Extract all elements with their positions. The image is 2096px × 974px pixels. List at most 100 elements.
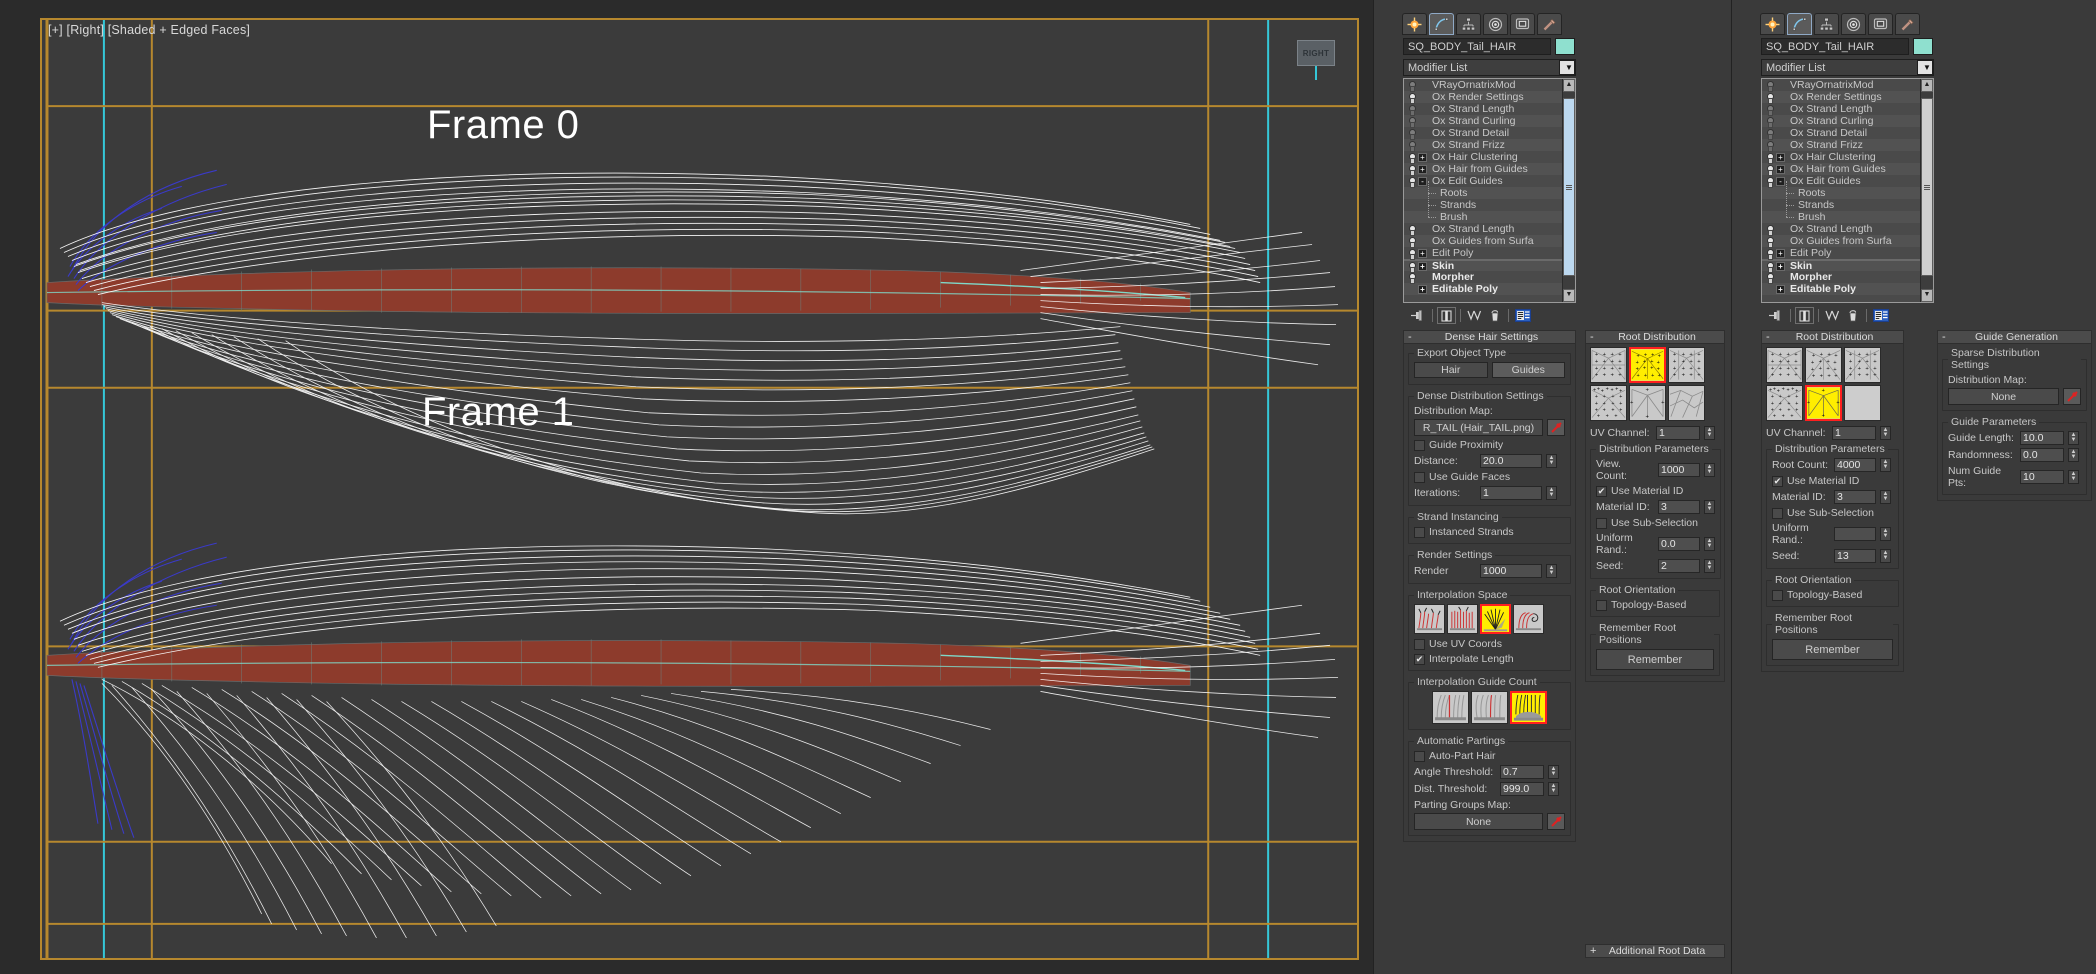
modifier-stack-item[interactable]: +Editable Poly bbox=[1762, 283, 1920, 295]
scroll-down-icon[interactable]: ▼ bbox=[1563, 289, 1575, 302]
light-bulb-icon[interactable] bbox=[1406, 140, 1417, 151]
collapse-icon[interactable]: - bbox=[1418, 177, 1427, 186]
expand-icon[interactable]: + bbox=[1776, 165, 1785, 174]
create-icon[interactable] bbox=[1402, 13, 1427, 35]
hierarchy-icon[interactable] bbox=[1814, 13, 1839, 35]
motion-icon[interactable] bbox=[1483, 13, 1508, 35]
light-bulb-icon[interactable] bbox=[1764, 272, 1775, 283]
modifier-stack-item[interactable]: Ox Strand Detail bbox=[1762, 127, 1920, 139]
collapse-icon[interactable]: - bbox=[1776, 177, 1785, 186]
modifier-stack-item[interactable]: Ox Strand Length bbox=[1404, 223, 1562, 235]
light-bulb-icon[interactable] bbox=[1406, 236, 1417, 247]
remove-modifier-icon[interactable] bbox=[1843, 307, 1862, 324]
modifier-stack-item[interactable]: +Edit Poly bbox=[1404, 247, 1562, 259]
uniform-rand-spinner[interactable]: ▲▼ bbox=[1880, 527, 1891, 541]
viewport-right-shaded-edged-faces[interactable]: [+] [Right] [Shaded + Edged Faces] bbox=[40, 18, 1359, 960]
seed-field[interactable]: 2 bbox=[1658, 559, 1700, 573]
root-dist-preset-2[interactable]: ++++ ++++ ++++ ++++ bbox=[1844, 347, 1881, 383]
interp-space-preset-0[interactable] bbox=[1414, 604, 1445, 634]
hierarchy-icon[interactable] bbox=[1456, 13, 1481, 35]
uv-channel-spinner[interactable]: ▲▼ bbox=[1880, 426, 1891, 440]
expand-icon[interactable]: + bbox=[1418, 165, 1427, 174]
expand-icon[interactable]: + bbox=[1776, 285, 1785, 294]
modifier-stack-item[interactable]: +Ox Hair from Guides bbox=[1404, 163, 1562, 175]
expand-icon[interactable]: + bbox=[1418, 153, 1427, 162]
modifier-stack-item[interactable]: Ox Strand Curling bbox=[1404, 115, 1562, 127]
guide-length-spinner[interactable]: ▲▼ bbox=[2068, 431, 2079, 445]
guide-generation-header[interactable]: - Guide Generation bbox=[1937, 330, 2092, 344]
expand-icon[interactable]: + bbox=[1776, 262, 1785, 271]
modifier-stack-item[interactable]: Ox Strand Curling bbox=[1762, 115, 1920, 127]
use-sub-selection-checkbox[interactable] bbox=[1596, 518, 1607, 529]
create-icon[interactable] bbox=[1760, 13, 1785, 35]
display-icon[interactable] bbox=[1510, 13, 1535, 35]
modifier-stack-item[interactable]: +Skin bbox=[1762, 259, 1920, 271]
modifier-stack-item[interactable]: +Ox Hair Clustering bbox=[1404, 151, 1562, 163]
light-bulb-icon[interactable] bbox=[1406, 80, 1417, 91]
scroll-track[interactable] bbox=[1921, 92, 1933, 289]
root-count-spinner[interactable]: ▲▼ bbox=[1880, 458, 1891, 472]
modifier-stack-item[interactable]: +Ox Hair Clustering bbox=[1762, 151, 1920, 163]
object-color-swatch[interactable] bbox=[1913, 38, 1933, 55]
light-bulb-icon[interactable] bbox=[1406, 261, 1417, 272]
modifier-stack-item[interactable]: Brush bbox=[1404, 211, 1562, 223]
uniform-rand-field[interactable] bbox=[1834, 527, 1876, 541]
light-bulb-icon[interactable] bbox=[1406, 272, 1417, 283]
uv-channel-field[interactable]: 1 bbox=[1656, 426, 1700, 440]
show-end-result-icon[interactable] bbox=[1795, 307, 1814, 324]
make-unique-icon[interactable] bbox=[1465, 307, 1484, 324]
root-dist-preset-5[interactable] bbox=[1668, 385, 1705, 421]
modifier-stack-item[interactable]: Ox Strand Frizz bbox=[1762, 139, 1920, 151]
guide-count-preset-2[interactable] bbox=[1510, 691, 1547, 724]
instanced-strands-checkbox[interactable] bbox=[1414, 527, 1425, 538]
rollout-collapse-marker[interactable]: - bbox=[1590, 331, 1594, 343]
guide-length-field[interactable]: 10.0 bbox=[2020, 431, 2064, 445]
root-dist-preset-3[interactable]: +++++++ ++++ ++++ ++++ +++ bbox=[1766, 385, 1803, 421]
expand-icon[interactable]: + bbox=[1418, 285, 1427, 294]
topology-based-checkbox[interactable] bbox=[1596, 600, 1607, 611]
light-bulb-icon[interactable] bbox=[1764, 128, 1775, 139]
light-bulb-icon[interactable] bbox=[1406, 128, 1417, 139]
guide-count-preset-1[interactable] bbox=[1471, 691, 1508, 724]
light-bulb-icon[interactable] bbox=[1764, 104, 1775, 115]
light-bulb-icon[interactable] bbox=[1764, 140, 1775, 151]
scroll-down-icon[interactable]: ▼ bbox=[1921, 289, 1933, 302]
motion-icon[interactable] bbox=[1841, 13, 1866, 35]
modifier-list-dropdown-right[interactable]: Modifier List ▼ bbox=[1761, 59, 1934, 76]
object-color-swatch[interactable] bbox=[1555, 38, 1575, 55]
rollout-expand-marker[interactable]: + bbox=[1590, 945, 1596, 957]
configure-modifier-sets-icon[interactable] bbox=[1871, 307, 1890, 324]
make-unique-icon[interactable] bbox=[1823, 307, 1842, 324]
root-dist-preset-4[interactable]: ++++ bbox=[1629, 385, 1666, 421]
utilities-icon[interactable] bbox=[1895, 13, 1920, 35]
light-bulb-icon[interactable] bbox=[1406, 116, 1417, 127]
utilities-icon[interactable] bbox=[1537, 13, 1562, 35]
light-bulb-icon[interactable] bbox=[1764, 176, 1775, 187]
remove-modifier-icon[interactable] bbox=[1485, 307, 1504, 324]
distance-spinner[interactable]: ▲▼ bbox=[1546, 454, 1557, 468]
modifier-stack-item[interactable]: Morpher bbox=[1404, 271, 1562, 283]
topology-based-checkbox[interactable] bbox=[1772, 590, 1783, 601]
root-dist-preset-0[interactable]: ++++ ++++ ++++ ++++ bbox=[1590, 347, 1627, 383]
modifier-stack-scrollbar[interactable]: ▲ ▼ bbox=[1920, 79, 1933, 302]
guide-count-preset-0[interactable] bbox=[1432, 691, 1469, 724]
light-bulb-icon[interactable] bbox=[1764, 164, 1775, 175]
eyedropper-icon[interactable] bbox=[1547, 813, 1565, 830]
light-bulb-icon[interactable] bbox=[1764, 152, 1775, 163]
rollout-collapse-marker[interactable]: - bbox=[1408, 331, 1412, 343]
dist-threshold-field[interactable]: 999.0 bbox=[1500, 782, 1544, 796]
rollout-collapse-marker[interactable]: - bbox=[1766, 331, 1770, 343]
expand-icon[interactable]: + bbox=[1776, 249, 1785, 258]
light-bulb-icon[interactable] bbox=[1764, 116, 1775, 127]
rollout-collapse-marker[interactable]: - bbox=[1942, 331, 1946, 343]
view-cube[interactable]: RIGHT bbox=[1297, 40, 1335, 66]
light-bulb-icon[interactable] bbox=[1406, 152, 1417, 163]
iterations-spinner[interactable]: ▲▼ bbox=[1546, 486, 1557, 500]
light-bulb-icon[interactable] bbox=[1764, 236, 1775, 247]
interp-space-preset-2[interactable] bbox=[1480, 604, 1511, 634]
modifier-stack-scrollbar[interactable]: ▲ ▼ bbox=[1562, 79, 1575, 302]
export-guides-button[interactable]: Guides bbox=[1492, 362, 1566, 378]
scroll-track[interactable] bbox=[1563, 92, 1575, 289]
uv-channel-spinner[interactable]: ▲▼ bbox=[1704, 426, 1715, 440]
modifier-stack-right[interactable]: VRayOrnatrixModOx Render SettingsOx Stra… bbox=[1761, 78, 1934, 303]
